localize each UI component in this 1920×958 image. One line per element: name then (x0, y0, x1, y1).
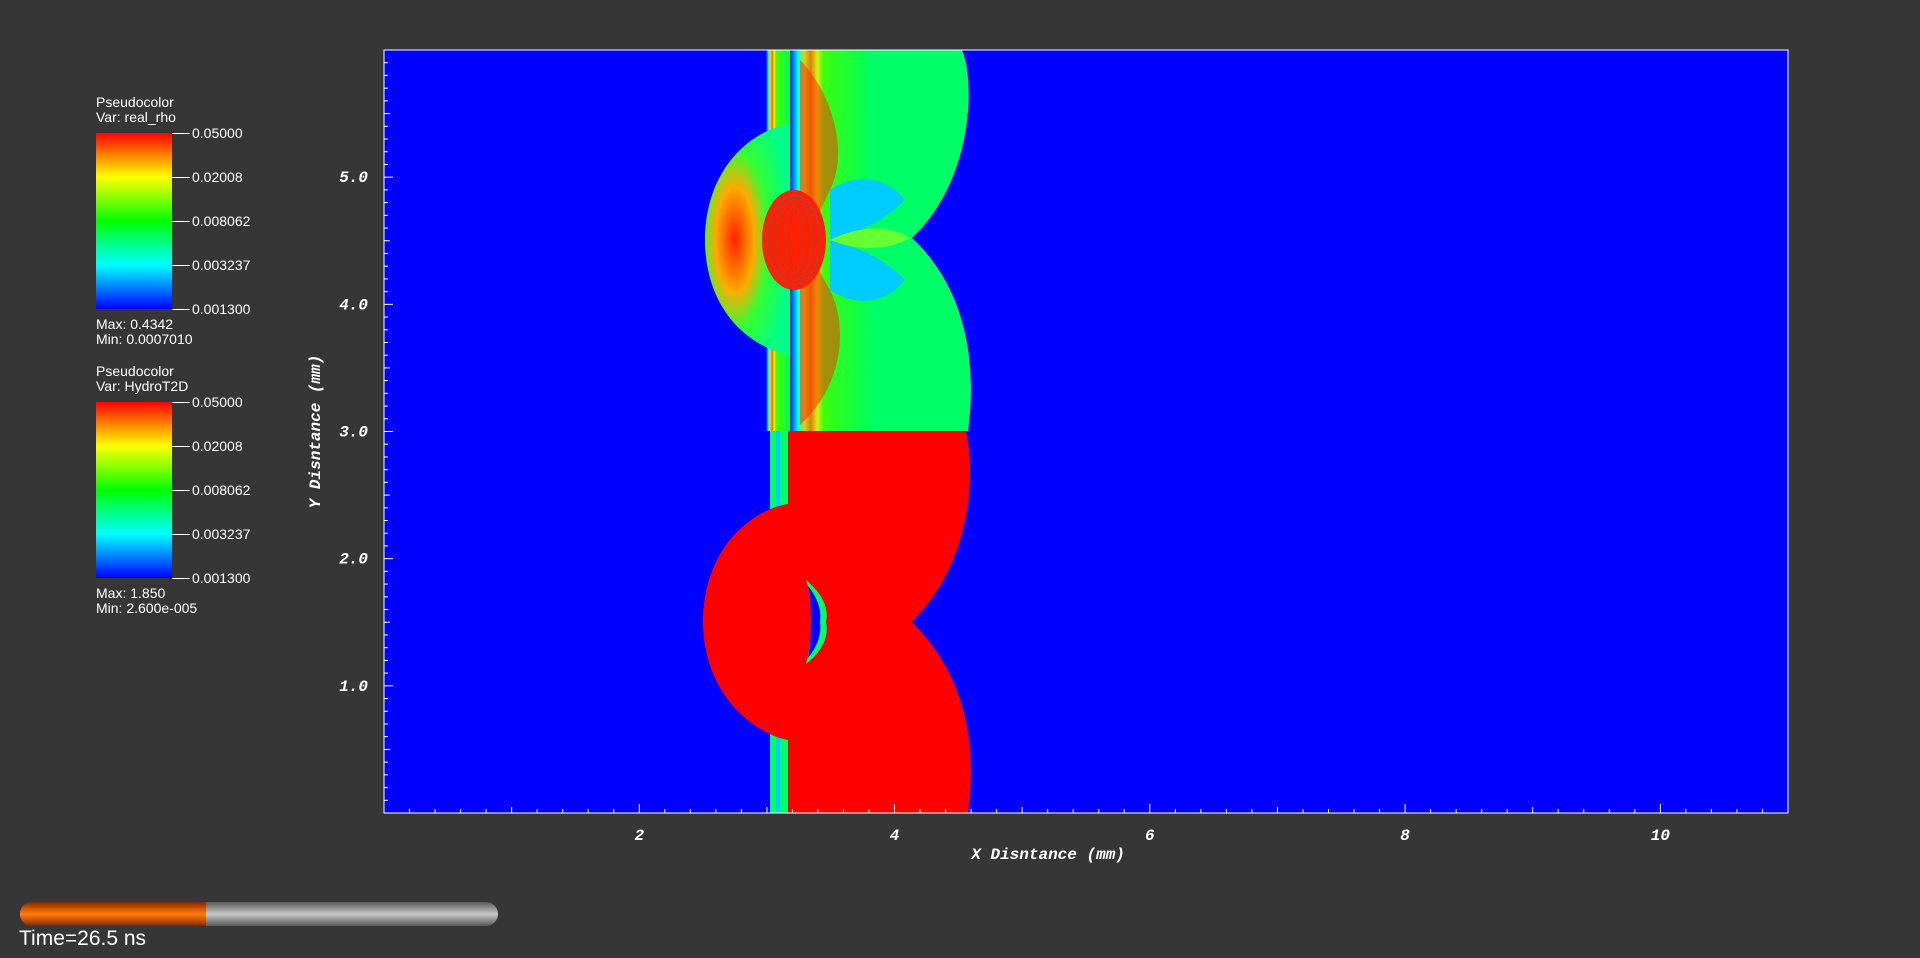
legend-min: Min: 0.0007010 (96, 331, 193, 347)
legend-real-rho: Pseudocolor Var: real_rho 0.05000 0.0200… (96, 94, 296, 347)
x-tick-label: 6 (1145, 827, 1155, 845)
legend-var: Var: real_rho (96, 109, 176, 125)
colorbar-ticks: 0.05000 0.02008 0.008062 0.003237 0.0013… (172, 125, 372, 317)
colorbar-tick: 0.003237 (172, 257, 372, 273)
legend-hydrot2d: Pseudocolor Var: HydroT2D 0.05000 0.0200… (96, 363, 296, 616)
colorbar-tick: 0.008062 (172, 482, 372, 498)
y-tick-label: 1.0 (339, 678, 368, 696)
x-tick-label: 10 (1651, 827, 1671, 845)
colorbar (96, 133, 172, 309)
colorbar-tick: 0.02008 (172, 438, 372, 454)
colorbar-tick-label: 0.02008 (192, 438, 243, 454)
colorbar-tick: 0.02008 (172, 169, 372, 185)
colorbar-tick-label: 0.02008 (192, 169, 243, 185)
legend-var: Var: HydroT2D (96, 378, 189, 394)
legend-min: Min: 2.600e-005 (96, 600, 198, 616)
colorbar-tick-label: 0.05000 (192, 394, 243, 410)
time-label: Time=26.5 ns (19, 927, 147, 950)
colorbar-tick-label: 0.003237 (192, 257, 251, 273)
colorbar-tick-label: 0.008062 (192, 482, 251, 498)
colorbar-tick-label: 0.008062 (192, 213, 251, 229)
time-slider[interactable] (20, 902, 498, 926)
x-axis-label: X Disntance (mm) (970, 846, 1125, 864)
colorbar-tick-label: 0.003237 (192, 526, 251, 542)
colorbar (96, 402, 172, 578)
colorbar-tick-label: 0.001300 (192, 570, 251, 586)
colorbar-tick-label: 0.05000 (192, 125, 243, 141)
colorbar-ticks: 0.05000 0.02008 0.008062 0.003237 0.0013… (172, 394, 372, 586)
colorbar-tick: 0.001300 (172, 301, 372, 317)
colorbar-tick-label: 0.001300 (192, 301, 251, 317)
colorbar-tick: 0.001300 (172, 570, 372, 586)
colorbar-tick: 0.003237 (172, 526, 372, 542)
plot-area (384, 50, 1788, 813)
x-tick-label: 4 (890, 827, 900, 845)
legend-title: Pseudocolor (96, 94, 174, 110)
colorbar-tick: 0.05000 (172, 394, 372, 410)
colorbar-tick: 0.05000 (172, 125, 372, 141)
legend-title: Pseudocolor (96, 363, 174, 379)
x-tick-label: 8 (1400, 827, 1410, 845)
time-slider-fill (20, 902, 207, 926)
x-tick-label: 2 (634, 827, 644, 845)
legend-max: Max: 1.850 (96, 585, 166, 601)
colorbar-tick: 0.008062 (172, 213, 372, 229)
legend-max: Max: 0.4342 (96, 316, 174, 332)
